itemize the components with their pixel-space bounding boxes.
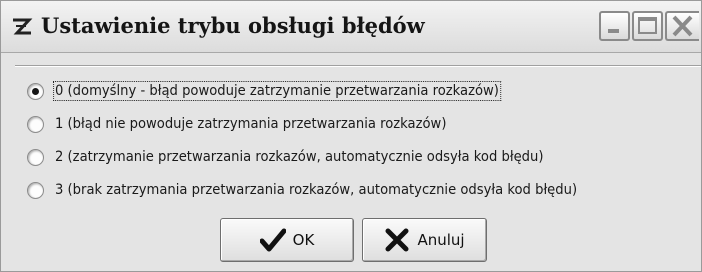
radio-button-selected[interactable]: [27, 82, 44, 100]
option-2-radio[interactable]: 2 (zatrzymanie przetwarzania rozkazów, a…: [27, 144, 586, 170]
checkmark-icon: [259, 228, 286, 252]
maximize-icon: [638, 17, 657, 34]
minimize-icon: [608, 29, 619, 33]
cancel-button-label: Anuluj: [417, 231, 465, 249]
option-0-label[interactable]: 0 (domyślny - błąd powoduje zatrzymanie …: [53, 81, 501, 101]
minimize-button[interactable]: [599, 11, 630, 41]
cancel-button[interactable]: Anuluj: [362, 218, 487, 262]
app-icon: [10, 15, 34, 39]
title-bar[interactable]: Ustawienie trybu obsługi błędów: [1, 1, 701, 53]
close-button[interactable]: [665, 11, 699, 41]
option-2-label[interactable]: 2 (zatrzymanie przetwarzania rozkazów, a…: [55, 149, 544, 165]
title-separator: [15, 65, 701, 67]
option-1-radio[interactable]: 1 (błąd nie powoduje zatrzymania przetwa…: [27, 111, 481, 137]
window-title: Ustawienie trybu obsługi błędów: [41, 13, 425, 38]
close-icon: [672, 15, 693, 37]
radio-button[interactable]: [27, 148, 44, 166]
radio-button[interactable]: [27, 115, 44, 133]
ok-button-label: OK: [292, 231, 315, 249]
x-cross-icon: [385, 228, 409, 252]
option-1-label[interactable]: 1 (błąd nie powoduje zatrzymania przetwa…: [55, 116, 446, 132]
maximize-button[interactable]: [632, 11, 663, 41]
ok-button[interactable]: OK: [220, 218, 354, 262]
dialog-window: Ustawienie trybu obsługi błędów 0 (domyś…: [0, 0, 702, 272]
option-3-radio[interactable]: 3 (brak zatrzymania przetwarzania rozkaz…: [27, 177, 622, 203]
radio-button[interactable]: [27, 181, 44, 199]
option-3-label[interactable]: 3 (brak zatrzymania przetwarzania rozkaz…: [55, 182, 577, 198]
option-0-radio[interactable]: 0 (domyślny - błąd powoduje zatrzymanie …: [27, 78, 538, 104]
